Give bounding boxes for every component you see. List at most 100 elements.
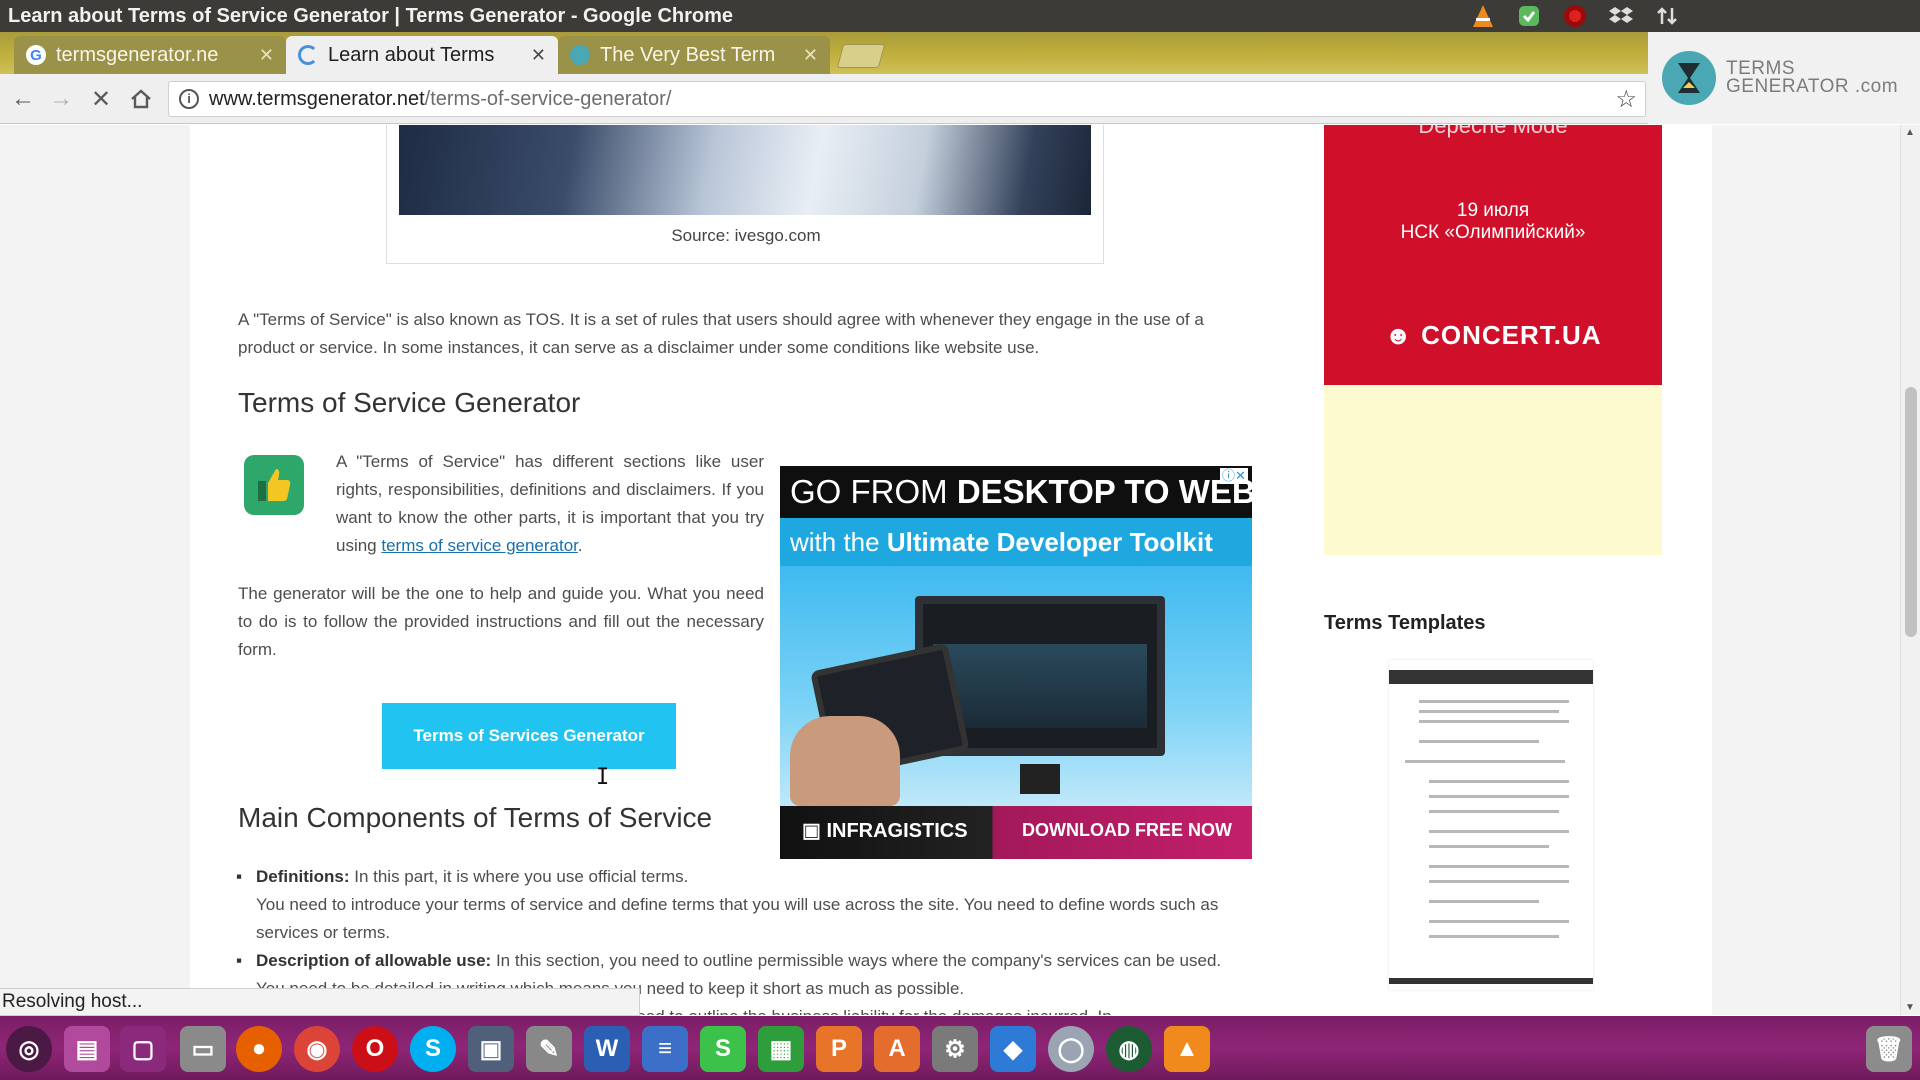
- dropbox-icon[interactable]: ◆: [990, 1026, 1036, 1072]
- tab-learn-about-terms[interactable]: Learn about Terms ✕: [286, 36, 558, 74]
- ad-choices-close-icon[interactable]: ⓘ✕: [1220, 468, 1248, 484]
- info-icon[interactable]: i: [179, 89, 199, 109]
- scrollbar-thumb[interactable]: [1905, 387, 1917, 637]
- termsgenerator-logo: TERMS GENERATOR .com: [1648, 32, 1920, 124]
- concert-date-text: 19 июля: [1456, 200, 1530, 221]
- remote-desktop-icon[interactable]: ▣: [468, 1026, 514, 1072]
- calc-icon[interactable]: ▦: [758, 1026, 804, 1072]
- hourglass-icon: [1662, 51, 1716, 105]
- skype-icon[interactable]: S: [410, 1026, 456, 1072]
- vlc-tray-icon[interactable]: [1470, 3, 1496, 29]
- chromium-icon[interactable]: ◯: [1048, 1026, 1094, 1072]
- spreadsheet-s-icon[interactable]: S: [700, 1026, 746, 1072]
- window-title: Learn about Terms of Service Generator |…: [8, 5, 734, 27]
- ad-subline-bold: Ultimate Developer Toolkit: [886, 527, 1213, 557]
- bullet-term: Definitions:: [256, 867, 350, 886]
- article-image: [399, 125, 1091, 215]
- window-switcher-icon[interactable]: ▢: [120, 1026, 166, 1072]
- chrome-icon[interactable]: ◉: [294, 1026, 340, 1072]
- ad-headline-light: GO FROM: [790, 473, 957, 510]
- guide-paragraph: The generator will be the one to help an…: [238, 584, 764, 659]
- doc-line: [1405, 760, 1565, 763]
- text-editor-icon[interactable]: ✎: [526, 1026, 572, 1072]
- address-bar[interactable]: i www.termsgenerator.net/terms-of-servic…: [168, 81, 1646, 117]
- document-icon[interactable]: ≡: [642, 1026, 688, 1072]
- ad-brand-text: INFRAGISTICS: [826, 820, 968, 842]
- network-tray-icon[interactable]: [1654, 3, 1680, 29]
- thumbs-up-icon: [244, 455, 304, 515]
- concert-ad[interactable]: Depeche Mode 19 июля НСК «Олимпийский» ☻…: [1324, 125, 1662, 385]
- software-center-icon[interactable]: A: [874, 1026, 920, 1072]
- shield-tray-icon[interactable]: [1516, 3, 1542, 29]
- firefox-icon[interactable]: ●: [236, 1026, 282, 1072]
- bullet-extra: You need to introduce your terms of serv…: [256, 895, 1219, 942]
- url-text: www.termsgenerator.net/terms-of-service-…: [209, 88, 671, 111]
- image-caption: Source: ivesgo.com: [671, 226, 821, 245]
- page-content: Source: ivesgo.com A "Terms of Service" …: [190, 125, 1712, 1015]
- advertisement-banner[interactable]: GO FROM DESKTOP TO WEB with the Ultimate…: [780, 466, 1252, 859]
- workspaces-icon[interactable]: ▤: [64, 1026, 110, 1072]
- back-arrow-icon[interactable]: ←: [10, 85, 36, 112]
- vlc-icon[interactable]: ▲: [1164, 1026, 1210, 1072]
- bookmark-star-icon[interactable]: ☆: [1615, 85, 1637, 114]
- ad-brand: ▣ INFRAGISTICS: [802, 820, 968, 842]
- opera-icon[interactable]: O: [352, 1026, 398, 1072]
- template-thumbnail[interactable]: [1389, 660, 1593, 990]
- ubuntu-dash-icon[interactable]: ◎: [6, 1026, 52, 1072]
- list-item: Definitions: In this part, it is where y…: [230, 863, 1230, 947]
- bullet-text: In this part, it is where you use offici…: [349, 867, 689, 886]
- stop-icon[interactable]: ✕: [88, 86, 114, 113]
- ad-image: [780, 566, 1252, 806]
- doc-line: [1419, 720, 1569, 723]
- tab-strip: G termsgenerator.ne ✕ Learn about Terms …: [0, 32, 1920, 74]
- article-image-frame: Source: ivesgo.com: [386, 125, 1104, 264]
- doc-line: [1429, 845, 1549, 848]
- system-tray: [1470, 3, 1680, 29]
- ad-placeholder: [1324, 385, 1662, 555]
- ad-download-cta[interactable]: DOWNLOAD FREE NOW: [1022, 820, 1232, 841]
- text-cursor-icon: I: [596, 765, 610, 790]
- close-icon[interactable]: ✕: [531, 45, 546, 66]
- settings-tools-icon[interactable]: ⚙: [932, 1026, 978, 1072]
- status-bubble: Resolving host...: [0, 988, 640, 1016]
- window-titlebar: Learn about Terms of Service Generator |…: [0, 0, 1920, 32]
- concert-date: 19 июля НСК «Олимпийский»: [1324, 200, 1662, 244]
- new-tab-button[interactable]: [836, 44, 886, 68]
- record-tray-icon[interactable]: [1562, 3, 1588, 29]
- web-page: Source: ivesgo.com A "Terms of Service" …: [0, 125, 1900, 1015]
- forward-arrow-icon[interactable]: →: [48, 85, 74, 112]
- close-icon[interactable]: ✕: [803, 45, 818, 66]
- ad-headline: GO FROM DESKTOP TO WEB: [780, 466, 1252, 518]
- ad-subline: with the Ultimate Developer Toolkit: [780, 518, 1252, 566]
- tos-generator-link[interactable]: terms of service generator: [381, 536, 578, 555]
- close-icon[interactable]: ✕: [259, 45, 274, 66]
- ad-subline-light: with the: [790, 527, 887, 557]
- tab-termsgenerator[interactable]: G termsgenerator.ne ✕: [14, 36, 286, 74]
- scroll-up-icon[interactable]: ▲: [1905, 127, 1915, 138]
- doc-line: [1429, 935, 1559, 938]
- tos-generator-button[interactable]: Terms of Services Generator: [382, 703, 676, 769]
- doc-line: [1429, 900, 1539, 903]
- monitor-stand: [1020, 764, 1060, 794]
- tab-label: Learn about Terms: [328, 43, 495, 66]
- url-path: /terms-of-service-generator/: [424, 88, 672, 110]
- loading-icon: [298, 45, 318, 65]
- doc-line: [1429, 830, 1569, 833]
- ad-footer: ▣ INFRAGISTICS DOWNLOAD FREE NOW: [780, 806, 1252, 859]
- vertical-scrollbar[interactable]: ▲ ▼: [1900, 125, 1920, 1015]
- terms-templates-title: Terms Templates: [1324, 612, 1486, 634]
- hand-graphic: [790, 716, 900, 806]
- dropbox-tray-icon[interactable]: [1608, 3, 1634, 29]
- rock-hand-icon: ☻: [1384, 320, 1413, 350]
- trash-icon[interactable]: 🗑: [1866, 1026, 1912, 1072]
- presentation-icon[interactable]: P: [816, 1026, 862, 1072]
- sections-end: .: [577, 536, 583, 555]
- doc-line: [1429, 810, 1559, 813]
- tab-very-best-terms[interactable]: The Very Best Term ✕: [558, 36, 830, 74]
- globe-icon[interactable]: ◍: [1106, 1026, 1152, 1072]
- doc-line: [1419, 710, 1559, 713]
- writer-w-icon[interactable]: W: [584, 1026, 630, 1072]
- scroll-down-icon[interactable]: ▼: [1905, 1002, 1915, 1013]
- home-icon[interactable]: [128, 86, 154, 112]
- files-icon[interactable]: ▭: [180, 1026, 226, 1072]
